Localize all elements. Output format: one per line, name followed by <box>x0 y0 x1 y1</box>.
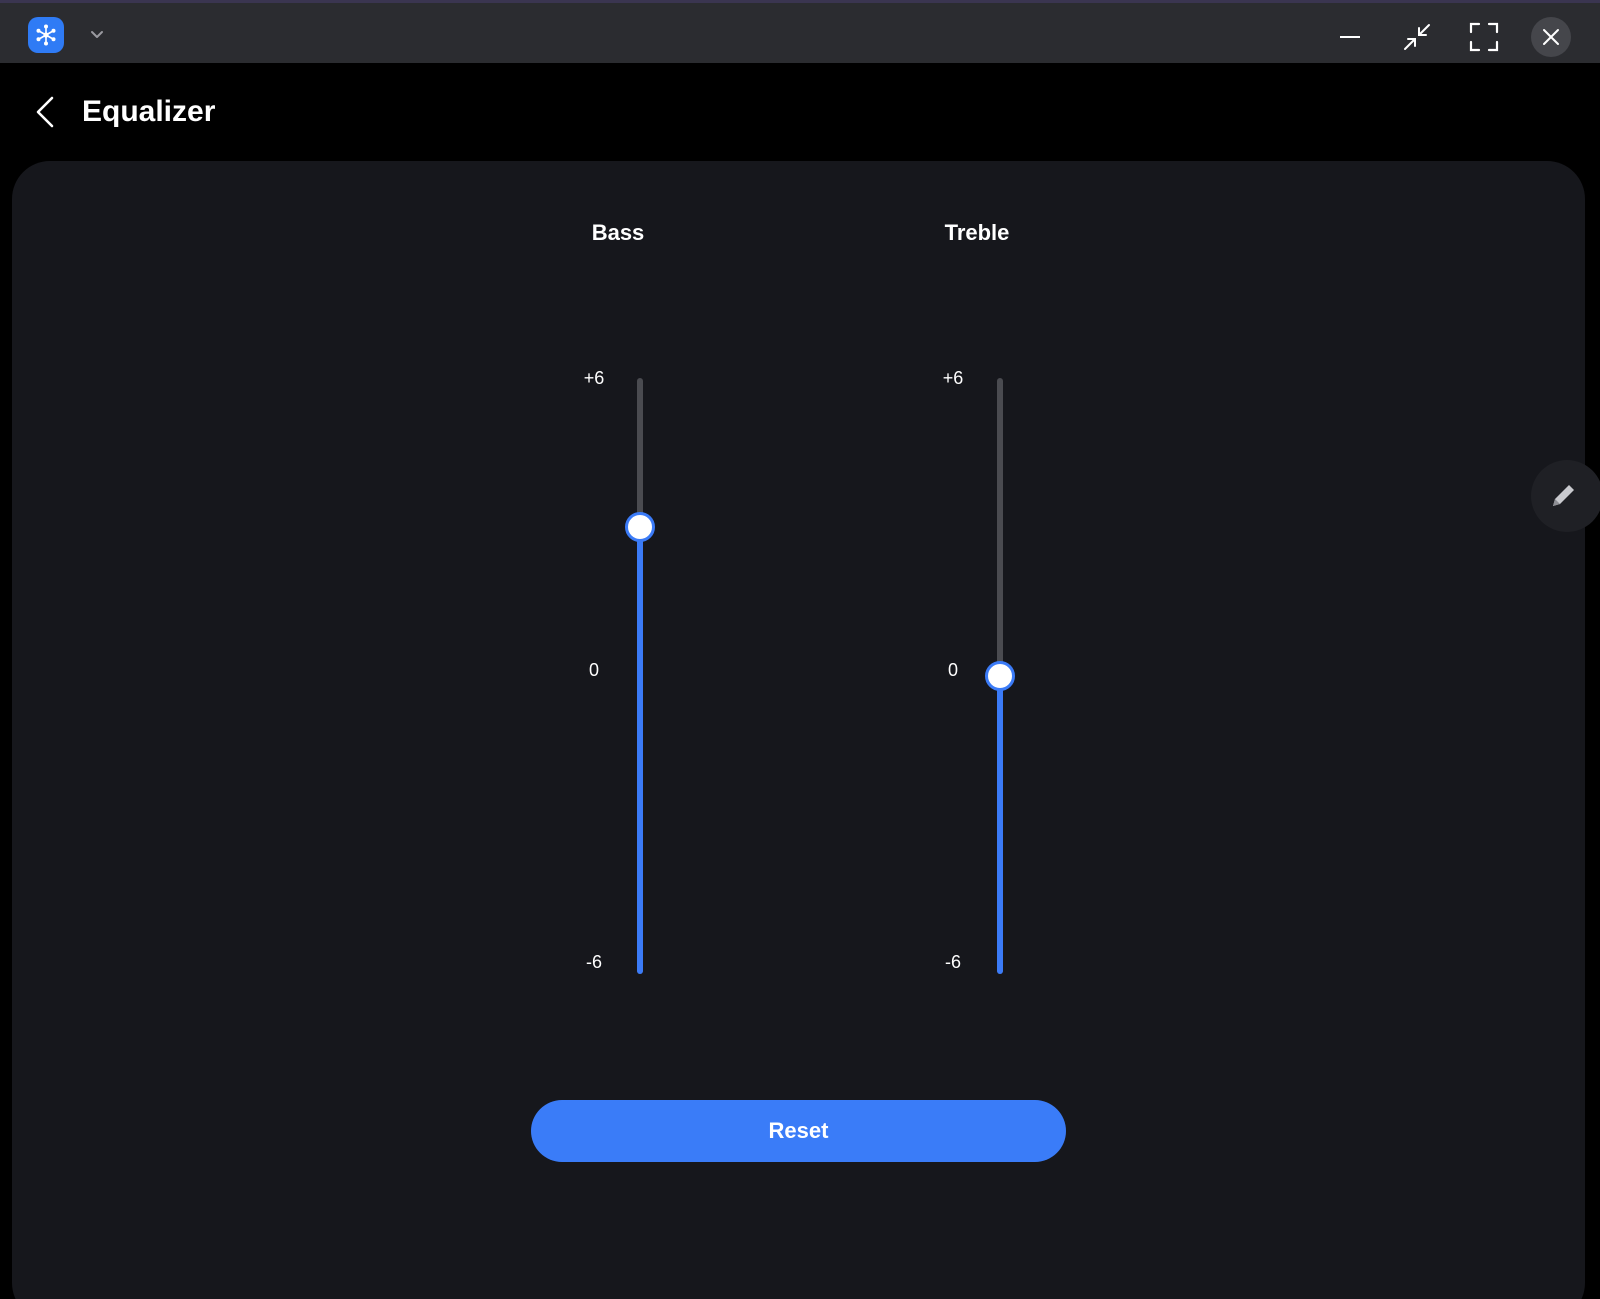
back-arrow-icon[interactable] <box>28 91 62 133</box>
equalizer-panel: Bass +6 0 -6 Treble +6 0 -6 Reset <box>12 161 1585 1299</box>
treble-slider-thumb[interactable] <box>985 661 1015 691</box>
bass-slider-thumb[interactable] <box>625 512 655 542</box>
tick-max: +6 <box>583 368 605 388</box>
tick-zero: 0 <box>588 660 599 680</box>
chevron-down-icon[interactable] <box>88 25 106 43</box>
app-network-icon[interactable] <box>28 17 64 53</box>
tick-min: -6 <box>944 952 961 972</box>
reset-button[interactable]: Reset <box>531 1100 1066 1162</box>
page-header: Equalizer <box>0 63 1600 161</box>
page-title: Equalizer <box>82 95 216 128</box>
restore-icon[interactable] <box>1397 17 1437 57</box>
close-icon[interactable] <box>1531 17 1571 57</box>
treble-slider-fill <box>997 676 1003 974</box>
tick-min: -6 <box>585 952 602 972</box>
band-label-treble: Treble <box>944 220 1010 245</box>
window-titlebar <box>0 0 1600 63</box>
tick-max: +6 <box>942 368 964 388</box>
minimize-icon[interactable] <box>1330 17 1370 57</box>
pencil-icon[interactable] <box>1531 460 1600 532</box>
treble-slider-track[interactable] <box>985 378 1015 974</box>
bass-slider-fill <box>637 527 643 974</box>
bass-slider-track[interactable] <box>625 378 655 974</box>
band-label-bass: Bass <box>591 220 645 245</box>
tick-zero: 0 <box>947 660 958 680</box>
fullscreen-icon[interactable] <box>1464 17 1504 57</box>
